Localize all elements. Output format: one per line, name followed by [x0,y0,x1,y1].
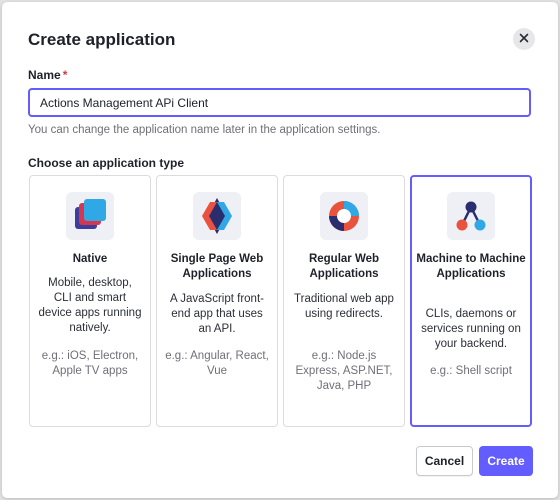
card-examples: e.g.: Angular, React, Vue [165,350,269,377]
card-title: Regular Web Applications [308,253,380,280]
card-description: Mobile, desktop, CLI and smart device ap… [38,277,142,334]
name-field-hint: You can change the application name late… [28,124,381,136]
required-marker: * [62,68,68,82]
name-label-text: Name [28,68,61,82]
native-app-icon [66,192,114,240]
card-description: CLIs, daemons or services running on you… [421,308,521,350]
create-button[interactable]: Create [479,446,533,476]
card-examples: e.g.: iOS, Electron, Apple TV apps [41,350,139,377]
card-title: Machine to Machine Applications [416,253,526,280]
app-type-card-native[interactable]: Native Mobile, desktop, CLI and smart de… [29,175,151,427]
machine-to-machine-icon [447,192,495,240]
name-field-label: Name * [28,68,67,82]
card-title: Native [72,253,108,265]
application-type-options: Native Mobile, desktop, CLI and smart de… [29,175,532,427]
application-type-label: Choose an application type [28,156,185,170]
app-type-card-spa[interactable]: Single Page Web Applications A JavaScrip… [156,175,278,427]
card-title: Single Page Web Applications [170,253,264,280]
cancel-button[interactable]: Cancel [416,446,473,476]
card-description: A JavaScript front-end app that uses an … [170,293,264,335]
card-examples: e.g.: Shell script [430,365,512,377]
regular-web-app-icon [320,192,368,240]
spa-icon [193,192,241,240]
close-icon [519,30,529,48]
application-name-input[interactable] [28,88,531,117]
card-description: Traditional web app using redirects. [294,293,394,320]
card-examples: e.g.: Node.js Express, ASP.NET, Java, PH… [295,350,393,392]
app-type-card-machine-to-machine[interactable]: Machine to Machine Applications CLIs, da… [410,175,532,427]
dialog-title: Create application [28,30,176,49]
app-type-card-regular-web[interactable]: Regular Web Applications Traditional web… [283,175,405,427]
create-application-dialog: Create application Name* You can change … [2,2,558,498]
close-button[interactable] [513,28,535,50]
